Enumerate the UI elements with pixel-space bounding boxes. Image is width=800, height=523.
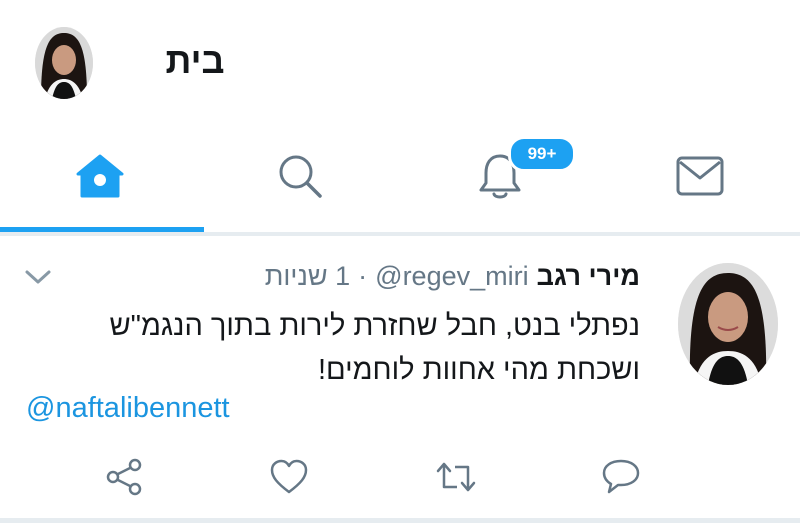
heart-icon	[270, 459, 308, 494]
like-button[interactable]	[268, 456, 310, 498]
home-icon	[76, 154, 124, 198]
reply-icon	[602, 459, 640, 494]
tweet-mention-link[interactable]: @naftalibennett	[26, 392, 230, 425]
tweet-menu-caret[interactable]	[24, 268, 52, 291]
tab-messages[interactable]	[600, 122, 800, 230]
reply-button[interactable]	[600, 456, 642, 498]
tweet-timestamp[interactable]: 1 שניות	[265, 261, 350, 292]
tab-notifications[interactable]	[400, 122, 600, 230]
share-button[interactable]	[103, 456, 145, 498]
author-handle[interactable]: @regev_miri	[375, 261, 528, 292]
tab-home[interactable]	[0, 122, 200, 230]
notification-count-badge: 99+	[508, 136, 576, 172]
tweet-header: מירי רגב @regev_miri · 1 שניות	[265, 258, 640, 294]
page-title: בית	[165, 40, 225, 81]
retweet-icon	[436, 462, 476, 492]
avatar-portrait	[35, 27, 93, 99]
author-portrait	[678, 263, 778, 385]
chevron-down-icon	[25, 270, 51, 284]
meta-separator: ·	[358, 260, 368, 291]
share-icon	[106, 458, 142, 496]
retweet-button[interactable]	[435, 456, 477, 498]
tweet-text-line: ושכחת מהי אחוות לוחמים!	[317, 354, 640, 386]
tweet-author-avatar[interactable]	[678, 263, 778, 385]
mail-icon	[676, 156, 724, 196]
bottom-divider	[0, 518, 800, 523]
tabs-divider	[0, 232, 800, 236]
tab-search[interactable]	[200, 122, 400, 230]
author-display-name[interactable]: מירי רגב	[537, 261, 640, 292]
tweet-text: נפתלי בנט, חבל שחזרת לירות בתוך הנגמ"ש ו…	[20, 304, 640, 392]
header-avatar[interactable]	[35, 27, 93, 99]
search-icon	[279, 155, 322, 198]
tweet-text-line: נפתלי בנט, חבל שחזרת לירות בתוך הנגמ"ש	[109, 310, 640, 342]
